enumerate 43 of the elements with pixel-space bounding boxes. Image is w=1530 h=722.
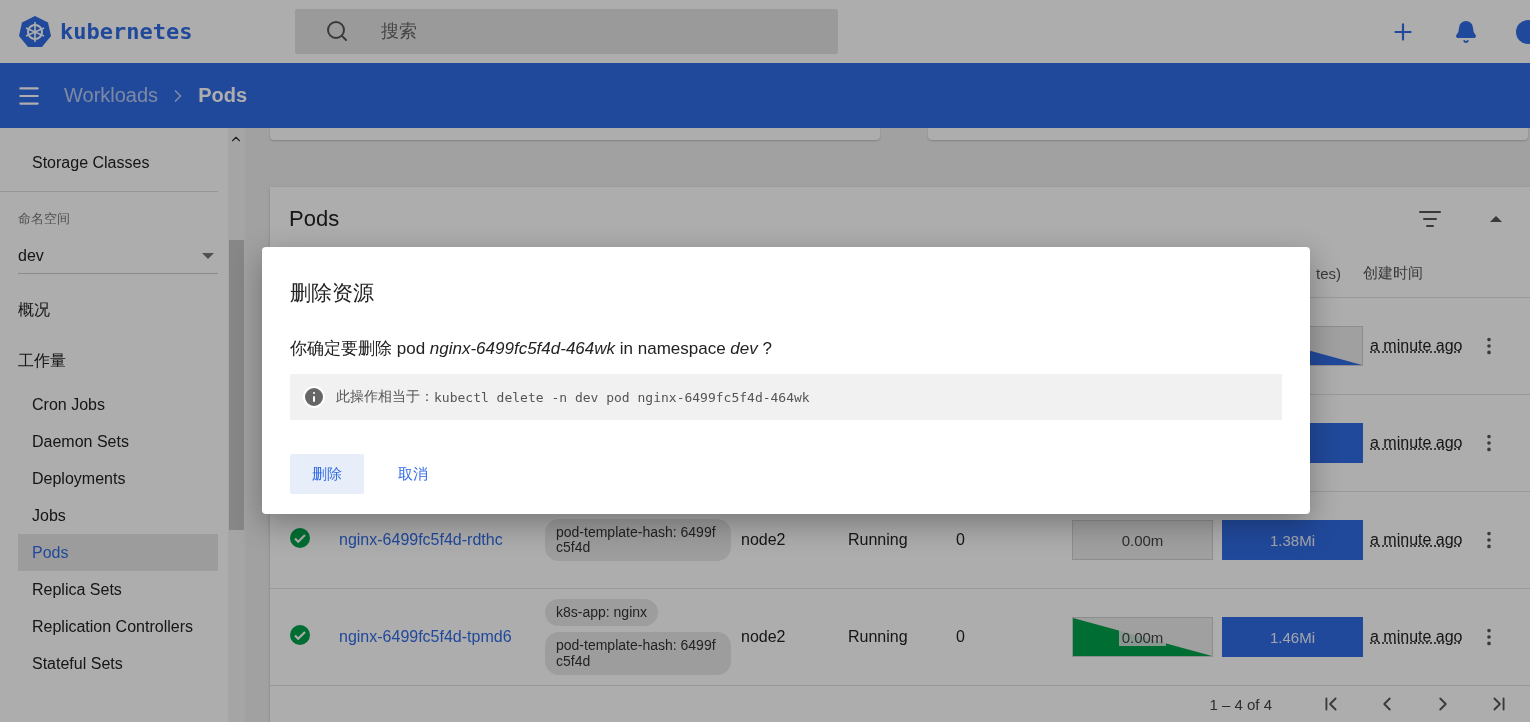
created-time: a minute ago — [1369, 531, 1464, 549]
cancel-button[interactable]: 取消 — [376, 454, 450, 494]
search-field[interactable]: 搜索 — [295, 9, 838, 54]
status-cell-text: Running — [848, 628, 909, 646]
namespace-label: 命名空间 — [18, 210, 71, 228]
restarts-cell-text: 0 — [956, 628, 966, 646]
restarts-cell-text: 0 — [956, 531, 966, 549]
namespace-select[interactable]: dev — [18, 238, 218, 274]
column-header[interactable]: tes) — [1316, 265, 1363, 282]
sidebar-item[interactable]: Replication Controllers — [18, 608, 218, 645]
created-time: a minute ago — [1369, 434, 1464, 452]
sidebar-item[interactable]: Stateful Sets — [18, 645, 218, 682]
label-chip: pod-template-hash: 6499fc5f4d — [545, 518, 731, 562]
status-cell-text: Running — [848, 531, 909, 549]
pod-link[interactable]: nginx-6499fc5f4d-tpmd6 — [330, 628, 512, 645]
sidebar-item[interactable]: Jobs — [18, 497, 218, 534]
breadcrumb-current[interactable]: Pods — [198, 84, 248, 107]
created-time: a minute ago — [1369, 628, 1464, 646]
sidebar-section[interactable]: 概况 — [18, 284, 228, 335]
node-cell-text: node2 — [741, 628, 787, 646]
sidebar-item[interactable]: Cron Jobs — [18, 386, 218, 423]
sidebar-item[interactable]: Daemon Sets — [18, 423, 218, 460]
pod-link[interactable]: nginx-6499fc5f4d-rdthc — [330, 531, 503, 548]
label-chip: pod-template-hash: 6499fc5f4d — [545, 632, 731, 676]
logo-text: kubernetes — [60, 19, 193, 44]
usage-reading: 0.00m — [1118, 628, 1167, 646]
pagination-range: 1 – 4 of 4 — [1209, 695, 1272, 713]
dialog-title: 删除资源 — [290, 280, 375, 306]
info-label: 此操作相当于： — [336, 388, 434, 406]
sidebar-item[interactable]: Replica Sets — [18, 571, 218, 608]
usage-reading: 1.46Mi — [1270, 628, 1315, 646]
created-time: a minute ago — [1369, 337, 1464, 355]
node-cell-text: node2 — [741, 531, 787, 549]
usage-reading: 1.38Mi — [1270, 531, 1315, 549]
sidebar-item[interactable]: Storage Classes — [18, 144, 218, 181]
card-title: Pods — [289, 205, 340, 232]
sidebar-item[interactable]: Deployments — [18, 460, 218, 497]
column-header[interactable]: 创建时间 — [1363, 264, 1423, 283]
dialog-message: 你确定要删除 pod nginx-6499fc5f4d-464wk in namespace dev ? — [290, 338, 773, 360]
command-text: kubectl delete -n dev pod nginx-6499fc5f4d-464wk — [434, 389, 810, 405]
label-chip: k8s-app: nginx — [545, 598, 659, 627]
delete-button[interactable]: 删除 — [290, 454, 364, 494]
sidebar-section[interactable]: 工作量 — [18, 335, 228, 386]
